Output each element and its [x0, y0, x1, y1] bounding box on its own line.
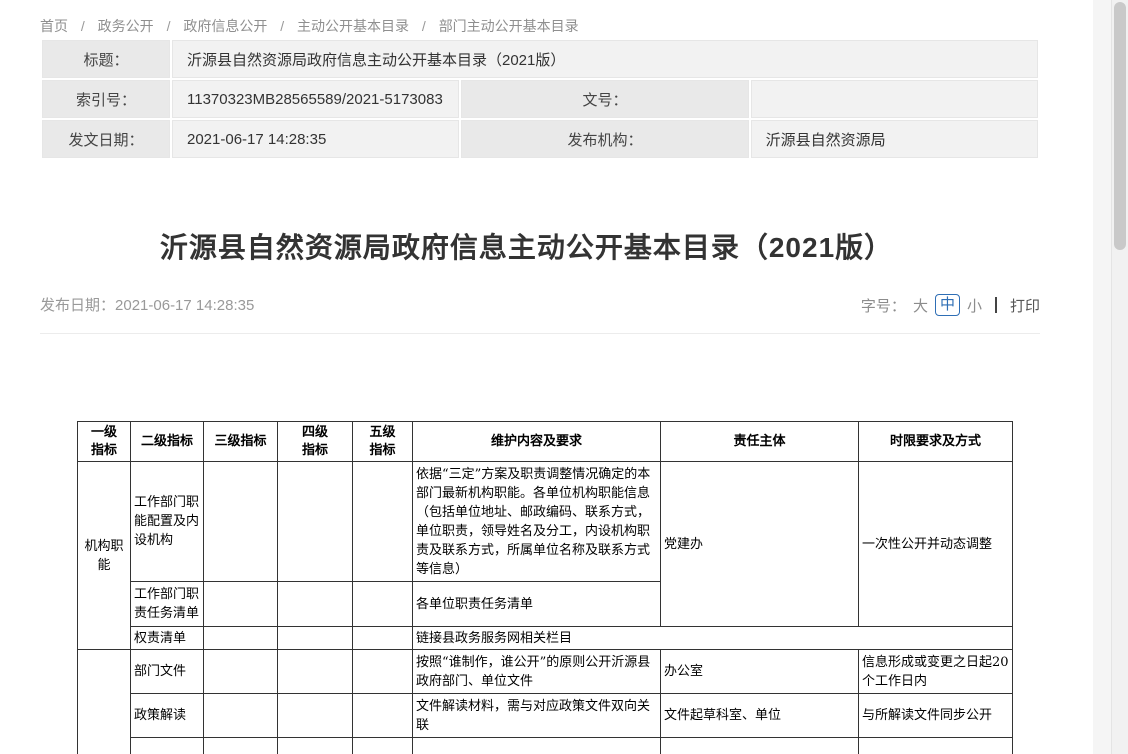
header-deadline: 时限要求及方式 [859, 422, 1013, 462]
header-level4: 四级 指标 [278, 422, 353, 462]
doc-publisher-label: 发布机构： [461, 120, 748, 158]
table-row [78, 738, 1013, 754]
cell-content: 链接县政务服务网相关栏目 [413, 627, 1013, 650]
catalog-header-row: 一级 指标 二级指标 三级指标 四级 指标 五级 指标 维护内容及要求 责任主体… [78, 422, 1013, 462]
empty-cell [661, 738, 859, 754]
header-responsible: 责任主体 [661, 422, 859, 462]
font-size-label: 字号： [861, 295, 906, 316]
article-meta-bar: 发布日期：2021-06-17 14:28:35 字号： 大 中 小 打印 [40, 294, 1040, 334]
cell-level2: 政策解读 [131, 694, 204, 738]
doc-number-value [751, 80, 1038, 118]
publish-date: 发布日期：2021-06-17 14:28:35 [40, 294, 254, 315]
doc-index-label: 索引号： [42, 80, 170, 118]
publish-date-label: 发布日期： [40, 297, 115, 314]
empty-cell [353, 462, 413, 582]
header-level2: 二级指标 [131, 422, 204, 462]
empty-cell [353, 627, 413, 650]
page-title: 沂源县自然资源局政府信息主动公开基本目录（2021版） [0, 226, 1053, 266]
breadcrumb: 首页 / 政务公开 / 政府信息公开 / 主动公开基本目录 / 部门主动公开基本… [0, 0, 1093, 38]
breadcrumb-item-catalog[interactable]: 主动公开基本目录 [297, 18, 409, 34]
empty-cell [278, 650, 353, 694]
header-content: 维护内容及要求 [413, 422, 661, 462]
doc-number-label: 文号： [461, 80, 748, 118]
table-row: 部门文件 按照“谁制作，谁公开”的原则公开沂源县政府部门、单位文件 办公室 信息… [78, 650, 1013, 694]
cell-content: 各单位职责任务清单 [413, 582, 661, 627]
cell-responsible: 党建办 [661, 462, 859, 627]
doc-title-label: 标题： [42, 40, 170, 78]
empty-cell [204, 582, 278, 627]
print-button[interactable]: 打印 [1010, 295, 1040, 316]
scrollbar-thumb[interactable] [1114, 2, 1126, 250]
cell-deadline: 一次性公开并动态调整 [859, 462, 1013, 627]
doc-index-value: 11370323MB28565589/2021-5173083 [172, 80, 459, 118]
content-page: 首页 / 政务公开 / 政府信息公开 / 主动公开基本目录 / 部门主动公开基本… [0, 0, 1093, 754]
empty-cell [353, 650, 413, 694]
font-size-medium-button[interactable]: 中 [935, 294, 960, 316]
doc-info-row-date: 发文日期： 2021-06-17 14:28:35 发布机构： 沂源县自然资源局 [42, 120, 1038, 158]
cell-content: 按照“谁制作，谁公开”的原则公开沂源县政府部门、单位文件 [413, 650, 661, 694]
doc-title-value: 沂源县自然资源局政府信息主动公开基本目录（2021版） [172, 40, 1038, 78]
cell-content: 文件解读材料，需与对应政策文件双向关联 [413, 694, 661, 738]
empty-cell [204, 738, 278, 754]
empty-cell [204, 650, 278, 694]
empty-cell [353, 738, 413, 754]
font-size-large-button[interactable]: 大 [913, 295, 928, 316]
empty-cell [353, 694, 413, 738]
cell-responsible: 办公室 [661, 650, 859, 694]
cell-level2: 工作部门职责任务清单 [131, 582, 204, 627]
breadcrumb-separator: / [280, 18, 284, 34]
empty-cell [278, 582, 353, 627]
catalog-table: 一级 指标 二级指标 三级指标 四级 指标 五级 指标 维护内容及要求 责任主体… [77, 421, 1013, 754]
cell-deadline: 与所解读文件同步公开 [859, 694, 1013, 738]
doc-info-table: 标题： 沂源县自然资源局政府信息主动公开基本目录（2021版） 索引号： 113… [40, 38, 1040, 160]
article-tools: 字号： 大 中 小 打印 [861, 294, 1040, 316]
cell-level1-jigou: 机构职能 [78, 462, 131, 650]
cell-content: 依据“三定”方案及职责调整情况确定的本部门最新机构职能。各单位机构职能信息（包括… [413, 462, 661, 582]
cell-level2: 部门文件 [131, 650, 204, 694]
empty-cell [353, 582, 413, 627]
doc-info-row-index: 索引号： 11370323MB28565589/2021-5173083 文号： [42, 80, 1038, 118]
empty-cell [204, 627, 278, 650]
breadcrumb-item-home[interactable]: 首页 [40, 18, 68, 34]
breadcrumb-separator: / [422, 18, 426, 34]
doc-publisher-value: 沂源县自然资源局 [751, 120, 1038, 158]
empty-cell [131, 738, 204, 754]
breadcrumb-item-gov-info[interactable]: 政府信息公开 [183, 18, 267, 34]
empty-cell [859, 738, 1013, 754]
breadcrumb-item-dept-catalog[interactable]: 部门主动公开基本目录 [439, 18, 579, 34]
breadcrumb-item-zhengwu[interactable]: 政务公开 [98, 18, 154, 34]
font-size-small-button[interactable]: 小 [967, 295, 982, 316]
cell-level2: 权责清单 [131, 627, 204, 650]
cell-level1-empty [78, 650, 131, 754]
table-row: 政策解读 文件解读材料，需与对应政策文件双向关联 文件起草科室、单位 与所解读文… [78, 694, 1013, 738]
cell-responsible: 文件起草科室、单位 [661, 694, 859, 738]
publish-date-value: 2021-06-17 14:28:35 [115, 297, 254, 314]
table-row: 机构职能 工作部门职能配置及内设机构 依据“三定”方案及职责调整情况确定的本部门… [78, 462, 1013, 582]
cell-level2: 工作部门职能配置及内设机构 [131, 462, 204, 582]
empty-cell [278, 627, 353, 650]
table-row: 权责清单 链接县政务服务网相关栏目 [78, 627, 1013, 650]
header-level1: 一级 指标 [78, 422, 131, 462]
cell-deadline: 信息形成或变更之日起20个工作日内 [859, 650, 1013, 694]
doc-info-row-title: 标题： 沂源县自然资源局政府信息主动公开基本目录（2021版） [42, 40, 1038, 78]
doc-issue-date-label: 发文日期： [42, 120, 170, 158]
vertical-scrollbar[interactable] [1111, 0, 1128, 754]
header-level5: 五级 指标 [353, 422, 413, 462]
breadcrumb-separator: / [81, 18, 85, 34]
empty-cell [413, 738, 661, 754]
header-level3: 三级指标 [204, 422, 278, 462]
empty-cell [204, 462, 278, 582]
empty-cell [278, 694, 353, 738]
empty-cell [204, 694, 278, 738]
empty-cell [278, 738, 353, 754]
breadcrumb-separator: / [167, 18, 171, 34]
empty-cell [278, 462, 353, 582]
divider-bar [995, 297, 997, 313]
doc-issue-date-value: 2021-06-17 14:28:35 [172, 120, 459, 158]
